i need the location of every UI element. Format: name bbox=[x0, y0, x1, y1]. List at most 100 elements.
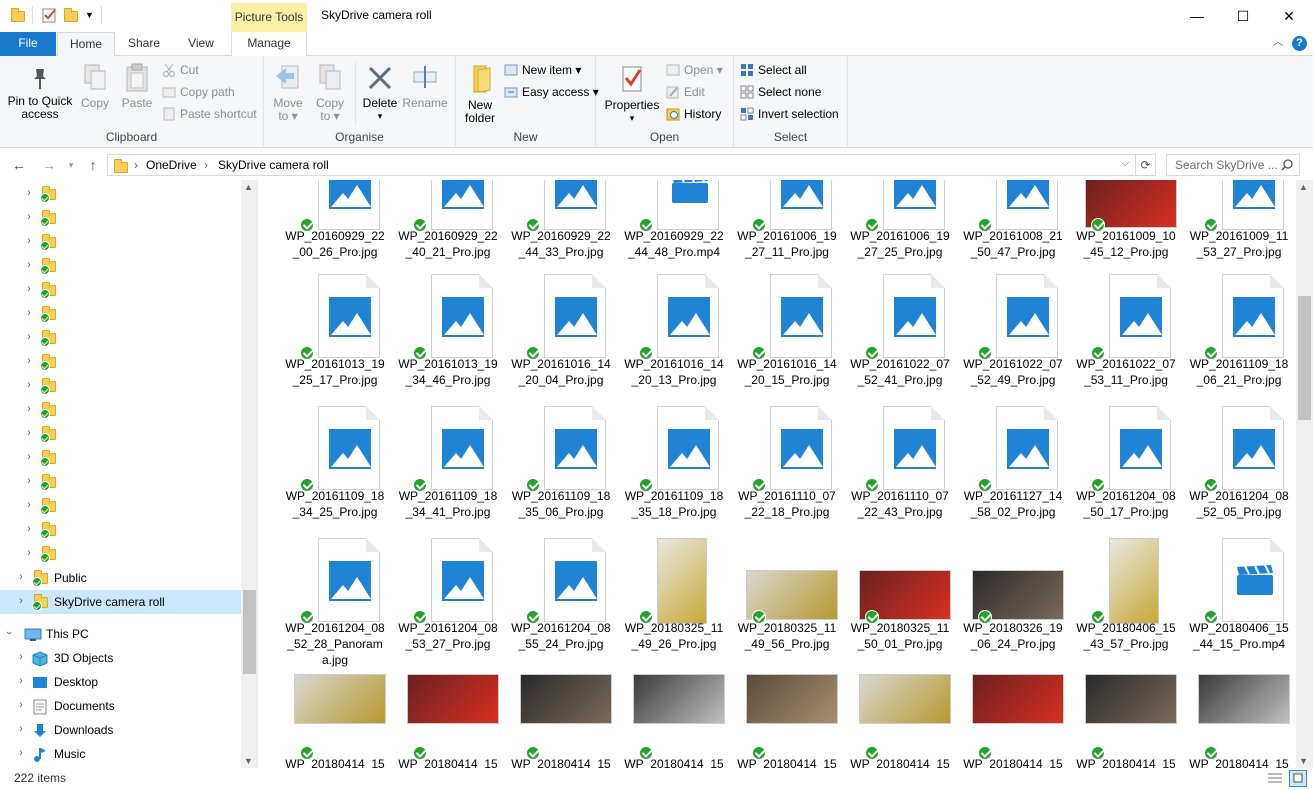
nav-item-folder[interactable]: › bbox=[0, 302, 241, 326]
file-item[interactable]: WP_20161016_14 _20_15_Pro.jpg bbox=[732, 268, 842, 398]
expand-chevron-icon[interactable]: › bbox=[24, 499, 34, 511]
copy-path-button[interactable]: Copy path bbox=[160, 82, 235, 102]
expand-chevron-icon[interactable]: › bbox=[3, 628, 15, 638]
file-item[interactable]: WP_20161006_19 _27_11_Pro.jpg bbox=[732, 180, 842, 270]
expand-chevron-icon[interactable]: › bbox=[24, 355, 34, 367]
collapse-ribbon-icon[interactable]: ︿ bbox=[1270, 32, 1286, 56]
easy-access-button[interactable]: Easy access ▾ bbox=[502, 82, 599, 102]
scroll-down-icon[interactable]: ▼ bbox=[244, 756, 253, 766]
rename-button[interactable]: Rename bbox=[402, 62, 448, 110]
expand-chevron-icon[interactable]: › bbox=[16, 699, 26, 711]
file-item[interactable]: WP_20161204_08 _53_27_Pro.jpg bbox=[393, 532, 503, 662]
file-item[interactable]: WP_20180325_11 _49_26_Pro.jpg bbox=[619, 532, 729, 662]
file-item[interactable]: WP_20161127_14 _58_02_Pro.jpg bbox=[958, 400, 1068, 530]
expand-chevron-icon[interactable]: › bbox=[16, 595, 26, 607]
tab-share[interactable]: Share bbox=[121, 32, 167, 56]
scroll-up-icon[interactable]: ▲ bbox=[1299, 182, 1308, 192]
nav-item-folder[interactable]: › bbox=[0, 422, 241, 446]
file-item[interactable]: WP_20161016_14 _20_04_Pro.jpg bbox=[506, 268, 616, 398]
search-input[interactable]: Search SkyDrive ... bbox=[1166, 154, 1300, 176]
customize-chevron-icon[interactable]: ▼ bbox=[85, 10, 101, 26]
nav-item-folder[interactable]: › bbox=[0, 254, 241, 278]
file-item[interactable]: WP_20180406_15 _44_15_Pro.mp4 bbox=[1184, 532, 1294, 662]
file-item[interactable]: WP_20161008_21 _50_47_Pro.jpg bbox=[958, 180, 1068, 270]
nav-item-documents[interactable]: › Documents bbox=[0, 694, 241, 718]
nav-item-folder[interactable]: › bbox=[0, 518, 241, 542]
file-item[interactable]: WP_20161009_10 _45_12_Pro.jpg bbox=[1071, 180, 1181, 270]
file-item[interactable]: WP_20161204_08 _52_28_Panoram a.jpg bbox=[280, 532, 390, 667]
file-item[interactable]: WP_20161022_07 _52_49_Pro.jpg bbox=[958, 268, 1068, 398]
file-item[interactable]: WP_20161204_08 _52_05_Pro.jpg bbox=[1184, 400, 1294, 530]
file-item[interactable]: WP_20180326_19 _06_24_Pro.jpg bbox=[958, 532, 1068, 662]
expand-chevron-icon[interactable]: › bbox=[24, 379, 34, 391]
expand-chevron-icon[interactable]: › bbox=[24, 427, 34, 439]
move-to-button[interactable]: Move to ▾ bbox=[270, 62, 306, 123]
new-item-button[interactable]: New item ▾ bbox=[502, 60, 581, 80]
nav-item-music[interactable]: › Music bbox=[0, 742, 241, 766]
file-item[interactable]: WP_20161109_18 _34_41_Pro.jpg bbox=[393, 400, 503, 530]
file-item[interactable]: WP_20161022_07 _53_11_Pro.jpg bbox=[1071, 268, 1181, 398]
nav-item-downloads[interactable]: › Downloads bbox=[0, 718, 241, 742]
open-button[interactable]: Open ▾ bbox=[664, 60, 723, 80]
file-item[interactable]: WP_20180414_15_22_41_Pro.jpg bbox=[506, 668, 616, 768]
file-item[interactable]: WP_20160929_22 _40_21_Pro.jpg bbox=[393, 180, 503, 270]
nav-scrollbar[interactable]: ▲ ▼ bbox=[241, 180, 258, 768]
nav-item-folder[interactable]: › bbox=[0, 470, 241, 494]
file-item[interactable]: WP_20180414_15_25_12_Pro.jpg bbox=[1071, 668, 1181, 768]
expand-chevron-icon[interactable]: › bbox=[24, 259, 34, 271]
expand-chevron-icon[interactable]: › bbox=[24, 451, 34, 463]
delete-button[interactable]: Delete ▾ bbox=[360, 62, 400, 123]
breadcrumb-skydrive[interactable]: SkyDrive camera roll bbox=[218, 158, 329, 172]
file-item[interactable]: WP_20180414_15_22_21_Pro.jpg bbox=[393, 668, 503, 768]
file-item[interactable]: WP_20161016_14 _20_13_Pro.jpg bbox=[619, 268, 729, 398]
file-item[interactable]: WP_20161204_08 _55_24_Pro.jpg bbox=[506, 532, 616, 662]
file-item[interactable]: WP_20160929_22 _44_48_Pro.mp4 bbox=[619, 180, 729, 270]
file-item[interactable]: WP_20161013_19 _25_17_Pro.jpg bbox=[280, 268, 390, 398]
nav-scrollbar-thumb[interactable] bbox=[243, 590, 256, 674]
tab-manage[interactable]: Manage bbox=[231, 32, 307, 56]
file-item[interactable]: WP_20180414_15_23_57_Pro.jpg bbox=[732, 668, 842, 768]
nav-item-folder[interactable]: › bbox=[0, 350, 241, 374]
expand-chevron-icon[interactable]: › bbox=[16, 651, 26, 663]
nav-item-folder[interactable]: › bbox=[0, 542, 241, 566]
history-button[interactable]: History bbox=[664, 104, 721, 124]
expand-chevron-icon[interactable]: › bbox=[24, 235, 34, 247]
file-item[interactable]: WP_20160929_22 _00_26_Pro.jpg bbox=[280, 180, 390, 270]
expand-chevron-icon[interactable]: › bbox=[16, 675, 26, 687]
maximize-button[interactable]: ☐ bbox=[1220, 0, 1266, 32]
help-icon[interactable]: ? bbox=[1292, 36, 1307, 51]
file-item[interactable]: WP_20180414_15_26_08_Pro.jpg bbox=[1184, 668, 1294, 768]
copy-to-button[interactable]: Copy to ▾ bbox=[312, 62, 348, 123]
cut-button[interactable]: Cut bbox=[160, 60, 199, 80]
file-item[interactable]: WP_20180414_15_23_01_Pro.jpg bbox=[619, 668, 729, 768]
properties-check-icon[interactable] bbox=[42, 7, 58, 23]
nav-item-folder[interactable]: › bbox=[0, 230, 241, 254]
file-item[interactable]: WP_20161109_18 _06_21_Pro.jpg bbox=[1184, 268, 1294, 398]
address-bar[interactable]: › OneDrive › SkyDrive camera roll ⌵ bbox=[107, 154, 1136, 176]
nav-item-folder[interactable]: › bbox=[0, 182, 241, 206]
forward-button[interactable]: → bbox=[38, 155, 60, 175]
expand-chevron-icon[interactable]: › bbox=[24, 211, 34, 223]
expand-chevron-icon[interactable]: › bbox=[16, 747, 26, 759]
properties-button[interactable]: Properties ▾ bbox=[602, 62, 662, 125]
edit-button[interactable]: Edit bbox=[664, 82, 705, 102]
nav-item-skydrive-camera-roll[interactable]: › SkyDrive camera roll bbox=[0, 590, 241, 614]
nav-item-folder[interactable]: › bbox=[0, 206, 241, 230]
nav-item-folder[interactable]: › bbox=[0, 326, 241, 350]
new-folder-icon[interactable] bbox=[64, 7, 80, 23]
refresh-button[interactable]: ⟳ bbox=[1136, 154, 1156, 176]
address-dropdown-chevron-icon[interactable]: ⌵ bbox=[1121, 158, 1129, 169]
large-icons-view-icon[interactable] bbox=[1289, 770, 1307, 787]
details-view-icon[interactable] bbox=[1267, 771, 1283, 786]
file-item[interactable]: WP_20180414_15_25_01_Pro.jpg bbox=[845, 668, 955, 768]
expand-chevron-icon[interactable]: › bbox=[24, 331, 34, 343]
tab-file[interactable]: File bbox=[0, 32, 56, 56]
breadcrumb-onedrive[interactable]: OneDrive bbox=[146, 158, 197, 172]
file-view-scrollbar[interactable]: ▲ ▼ bbox=[1296, 180, 1313, 768]
expand-chevron-icon[interactable]: › bbox=[24, 523, 34, 535]
nav-item-this-pc[interactable]: › This PC bbox=[0, 622, 241, 646]
file-item[interactable]: WP_20180325_11 _49_56_Pro.jpg bbox=[732, 532, 842, 662]
invert-selection-button[interactable]: Invert selection bbox=[738, 104, 839, 124]
select-all-button[interactable]: Select all bbox=[738, 60, 807, 80]
up-button[interactable]: ↑ bbox=[82, 155, 104, 175]
